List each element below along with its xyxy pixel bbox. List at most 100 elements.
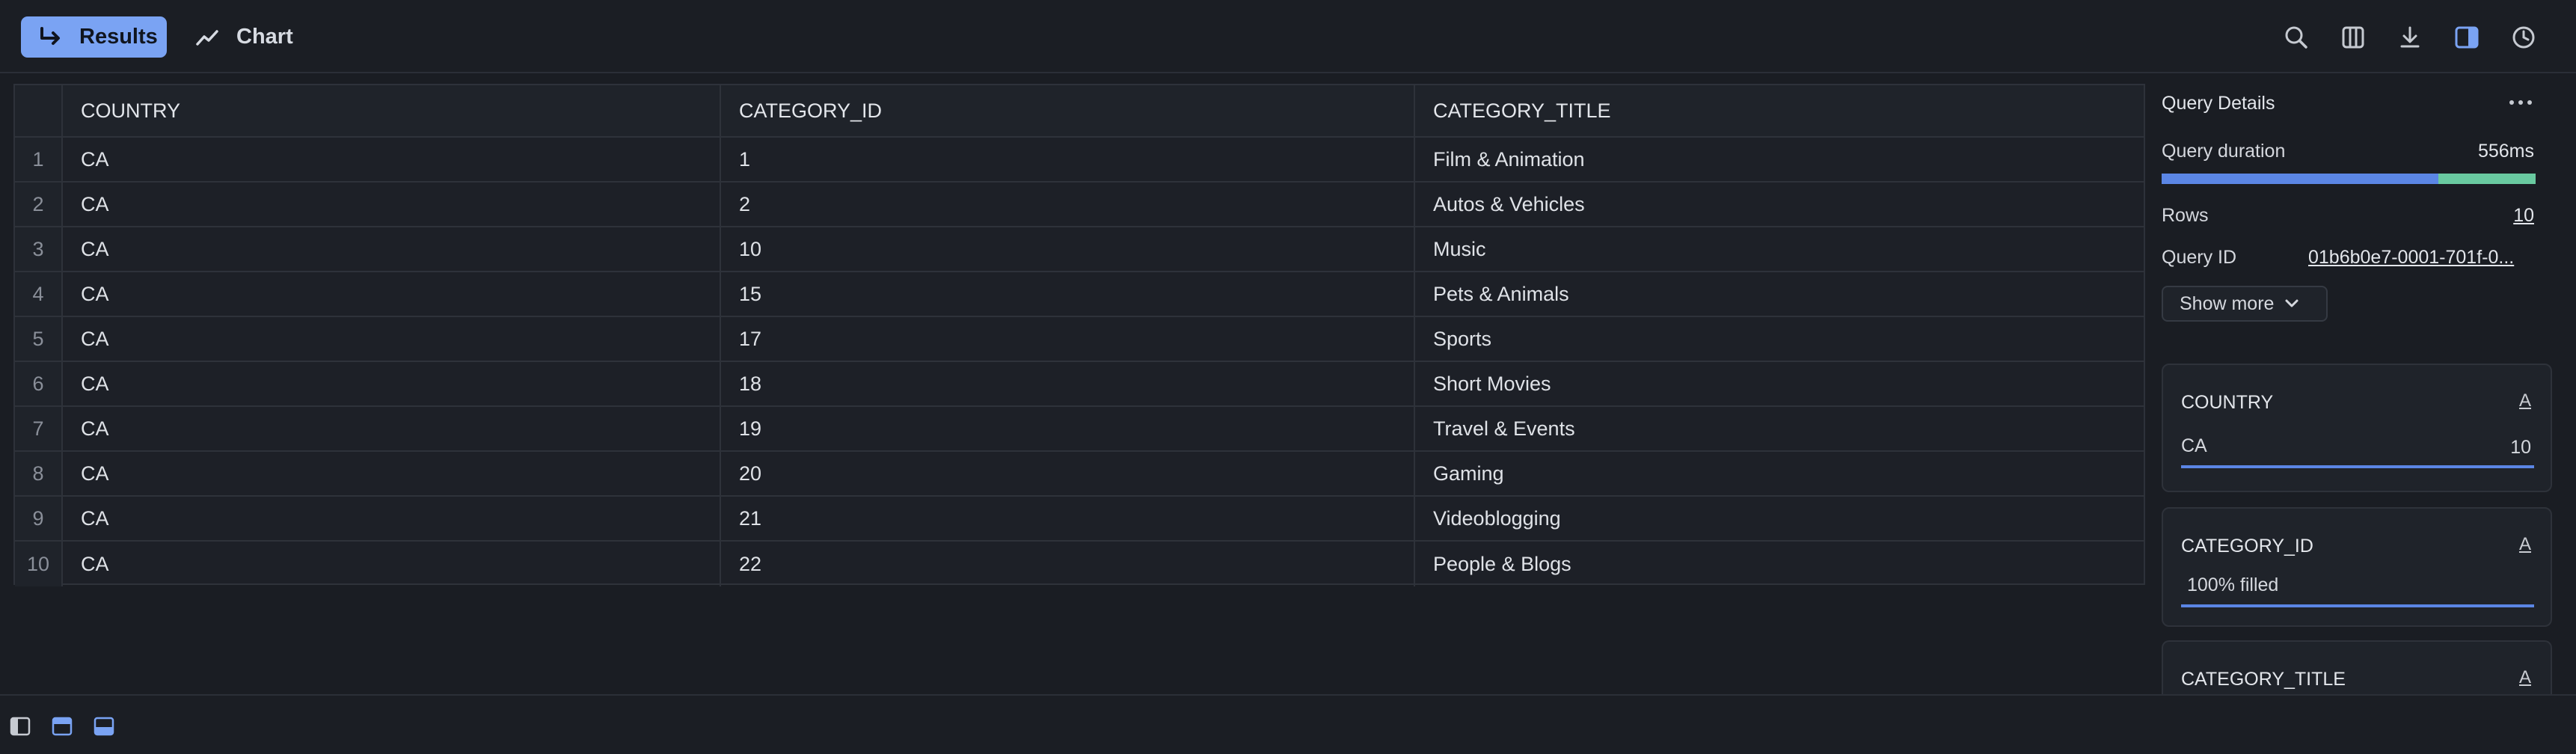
column-header-category-id[interactable]: CATEGORY_ID — [721, 85, 1415, 136]
table-row[interactable]: 5 CA 17 Sports — [15, 317, 2144, 362]
cell-country[interactable]: CA — [63, 183, 721, 226]
cell-country[interactable]: CA — [63, 542, 721, 586]
cell-country[interactable]: CA — [63, 362, 721, 405]
row-number[interactable]: 1 — [15, 138, 63, 181]
results-table: COUNTRY CATEGORY_ID CATEGORY_TITLE 1 CA 1 F… — [13, 84, 2145, 586]
rows-label: Rows — [2162, 205, 2209, 226]
query-details-panel: Query Details Query duration 556ms Rows … — [2160, 84, 2552, 708]
duration-bar-other — [2438, 174, 2536, 184]
table-row[interactable]: 3 CA 10 Music — [15, 227, 2144, 272]
table-header-row: COUNTRY CATEGORY_ID CATEGORY_TITLE — [15, 85, 2144, 138]
results-tab-button[interactable]: Results — [21, 16, 167, 58]
query-details-title: Query Details — [2162, 93, 2275, 114]
row-number[interactable]: 9 — [15, 497, 63, 540]
line-chart-icon — [196, 26, 221, 49]
cell-category-title[interactable]: Film & Animation — [1415, 138, 2144, 181]
chart-tab-label: Chart — [236, 25, 293, 49]
table-row[interactable]: 1 CA 1 Film & Animation — [15, 138, 2144, 183]
column-top-value-count: 10 — [2510, 437, 2531, 458]
column-header-category-title[interactable]: CATEGORY_TITLE — [1415, 85, 2144, 136]
cell-country[interactable]: CA — [63, 452, 721, 495]
row-number[interactable]: 8 — [15, 452, 63, 495]
row-number[interactable]: 10 — [15, 542, 63, 586]
side-panel-icon[interactable] — [2450, 21, 2483, 54]
cell-category-title[interactable]: Autos & Vehicles — [1415, 183, 2144, 226]
column-card-title: COUNTRY — [2181, 392, 2274, 413]
table-row[interactable]: 2 CA 2 Autos & Vehicles — [15, 183, 2144, 227]
cell-category-title[interactable]: Gaming — [1415, 452, 2144, 495]
layout-left-panel-icon[interactable] — [9, 715, 31, 738]
query-duration-value: 556ms — [2477, 141, 2534, 162]
query-duration-label: Query duration — [2162, 141, 2286, 162]
row-number[interactable]: 7 — [15, 407, 63, 450]
column-card-title: CATEGORY_ID — [2181, 536, 2313, 557]
layout-bottom-panel-icon[interactable] — [93, 715, 115, 738]
column-card-title: CATEGORY_TITLE — [2181, 669, 2346, 690]
cell-country[interactable]: CA — [63, 138, 721, 181]
table-row[interactable]: 9 CA 21 Videoblogging — [15, 497, 2144, 542]
cell-country[interactable]: CA — [63, 407, 721, 450]
cell-category-id[interactable]: 19 — [721, 407, 1415, 450]
search-icon[interactable] — [2280, 21, 2313, 54]
column-type-indicator: A — [2518, 534, 2531, 554]
row-number[interactable]: 5 — [15, 317, 63, 361]
cell-category-title[interactable]: Videoblogging — [1415, 497, 2144, 540]
cell-category-id[interactable]: 2 — [721, 183, 1415, 226]
layout-bar — [0, 694, 2576, 754]
table-row[interactable]: 4 CA 15 Pets & Animals — [15, 272, 2144, 317]
cell-category-id[interactable]: 20 — [721, 452, 1415, 495]
column-header-country[interactable]: COUNTRY — [63, 85, 721, 136]
column-card-category-id[interactable]: CATEGORY_ID A 100% filled — [2162, 507, 2552, 627]
show-more-label: Show more — [2180, 292, 2275, 314]
layout-top-panel-icon[interactable] — [51, 715, 73, 738]
download-icon[interactable] — [2393, 21, 2426, 54]
show-more-button[interactable]: Show more — [2162, 286, 2328, 322]
cell-category-id[interactable]: 22 — [721, 542, 1415, 586]
duration-bar-execution — [2162, 174, 2438, 184]
row-number[interactable]: 4 — [15, 272, 63, 316]
table-row[interactable]: 8 CA 20 Gaming — [15, 452, 2144, 497]
chart-tab-button[interactable]: Chart — [196, 16, 293, 58]
return-arrow-icon — [37, 25, 67, 50]
table-row[interactable]: 6 CA 18 Short Movies — [15, 362, 2144, 407]
column-type-indicator: A — [2518, 390, 2531, 411]
cell-category-title[interactable]: People & Blogs — [1415, 542, 2144, 586]
cell-country[interactable]: CA — [63, 272, 721, 316]
row-number[interactable]: 6 — [15, 362, 63, 405]
cell-category-title[interactable]: Short Movies — [1415, 362, 2144, 405]
cell-category-title[interactable]: Music — [1415, 227, 2144, 271]
column-card-country[interactable]: COUNTRY A CA 10 — [2162, 364, 2552, 492]
query-id-link[interactable]: 01b6b0e7-0001-701f-0... — [2308, 247, 2530, 269]
cell-country[interactable]: CA — [63, 497, 721, 540]
column-fill-rate: 100% filled — [2187, 574, 2279, 595]
cell-category-id[interactable]: 17 — [721, 317, 1415, 361]
table-row[interactable]: 7 CA 19 Travel & Events — [15, 407, 2144, 452]
columns-icon[interactable] — [2337, 21, 2370, 54]
query-duration-bar — [2162, 174, 2536, 184]
column-distribution-bar — [2181, 604, 2534, 607]
cell-category-id[interactable]: 1 — [721, 138, 1415, 181]
results-tab-label: Results — [79, 25, 158, 49]
row-number-header — [15, 85, 63, 136]
cell-category-id[interactable]: 10 — [721, 227, 1415, 271]
cell-category-id[interactable]: 18 — [721, 362, 1415, 405]
results-toolbar: Results Chart — [0, 0, 2576, 73]
table-row[interactable]: 10 CA 22 People & Blogs — [15, 542, 2144, 586]
cell-country[interactable]: CA — [63, 317, 721, 361]
chevron-down-icon — [2284, 298, 2299, 309]
column-type-indicator: A — [2518, 667, 2531, 687]
rows-count-link[interactable]: 10 — [2513, 205, 2534, 227]
cell-category-title[interactable]: Pets & Animals — [1415, 272, 2144, 316]
column-top-value: CA — [2181, 435, 2207, 456]
cell-category-title[interactable]: Sports — [1415, 317, 2144, 361]
cell-category-id[interactable]: 21 — [721, 497, 1415, 540]
more-options-icon[interactable] — [2504, 91, 2537, 114]
row-number[interactable]: 3 — [15, 227, 63, 271]
history-icon[interactable] — [2507, 21, 2540, 54]
cell-category-title[interactable]: Travel & Events — [1415, 407, 2144, 450]
cell-category-id[interactable]: 15 — [721, 272, 1415, 316]
row-number[interactable]: 2 — [15, 183, 63, 226]
cell-country[interactable]: CA — [63, 227, 721, 271]
query-id-label: Query ID — [2162, 247, 2237, 268]
column-distribution-bar — [2181, 465, 2534, 468]
